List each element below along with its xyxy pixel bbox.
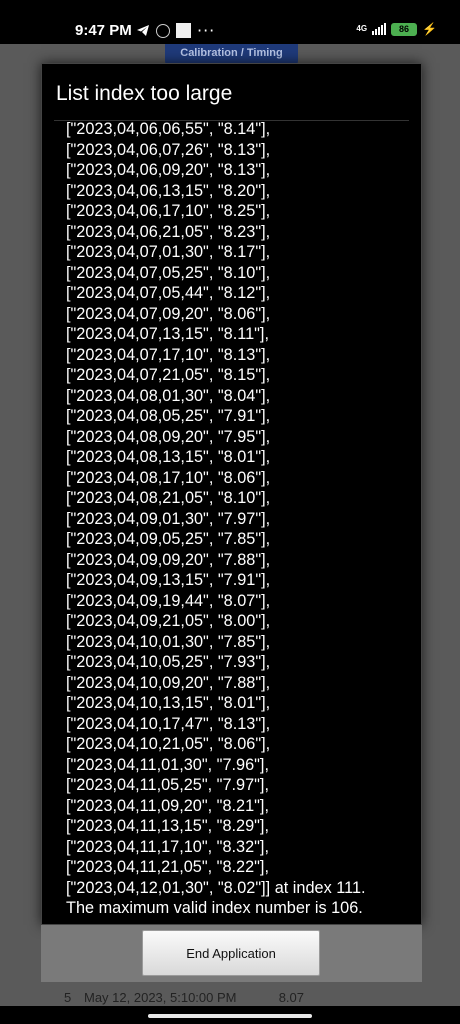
dialog-message-line: ["2023,04,07,01,30", "8.17"], — [66, 243, 271, 261]
background-row-index: 5 — [64, 990, 72, 1005]
home-indicator[interactable] — [148, 1014, 312, 1018]
dialog-message: ["2023,04,06,06,55", "8.14"], ["2023,04,0… — [66, 119, 406, 919]
navigation-bar — [0, 1006, 460, 1024]
dialog-message-line: ["2023,04,09,05,25", "7.85"], — [66, 530, 271, 548]
dialog-message-line: ["2023,04,11,01,30", "7.96"], — [66, 755, 269, 774]
dialog-message-line: ["2023,04,10,05,25", "7.93"], — [66, 653, 271, 671]
dialog-message-line: ["2023,04,06,07,26", "8.13"], — [66, 140, 271, 159]
dialog-message-line: ["2023,04,06,13,15", "8.20"], — [66, 181, 271, 200]
dialog-button-bar: End Application — [41, 925, 422, 982]
dialog-message-line: ["2023,04,08,17,10", "8.06"], — [66, 468, 271, 487]
dialog-message-line: ["2023,04,09,13,15", "7.91"], — [66, 571, 271, 589]
status-icons-right: 4G 86 ⚡ — [356, 22, 437, 36]
dialog-message-line: ["2023,04,09,01,30", "7.97"], — [66, 509, 271, 528]
signal-icon — [372, 23, 387, 35]
dialog-message-line: ["2023,04,07,21,05", "8.15"], — [66, 366, 271, 384]
notification-badge-icon — [156, 23, 170, 38]
dialog-message-line: ["2023,04,08,09,20", "7.95"], — [66, 427, 271, 446]
background-list-row: 5 May 12, 2023, 5:10:00 PM 8.07 — [64, 990, 304, 1005]
dialog-message-line: ["2023,04,06,17,10", "8.25"], — [66, 202, 271, 220]
dialog-message-line: ["2023,04,08,01,30", "8.04"], — [66, 386, 271, 405]
network-type-label: 4G — [356, 24, 368, 33]
dialog-message-line: ["2023,04,06,09,20", "8.13"], — [66, 161, 271, 179]
dialog-message-line: ["2023,04,06,21,05", "8.23"], — [66, 222, 271, 241]
status-time: 9:47 PM — [75, 22, 132, 39]
dialog-message-line: ["2023,04,10,09,20", "7.88"], — [66, 673, 271, 692]
more-dots-icon: ··· — [197, 20, 216, 40]
background-row-value: 8.07 — [278, 990, 304, 1005]
dialog-message-line: ["2023,04,08,05,25", "7.91"], — [66, 407, 271, 425]
telegram-icon — [136, 24, 150, 37]
background-row-date: May 12, 2023, 5:10:00 PM — [84, 990, 237, 1005]
dialog-message-line: ["2023,04,09,19,44", "8.07"], — [66, 591, 271, 610]
white-square-icon — [176, 23, 191, 38]
dialog-message-line: ["2023,04,12,01,30", "8.02"]] at index 1… — [66, 878, 366, 897]
dialog-message-line: ["2023,04,10,01,30", "7.85"], — [66, 632, 271, 651]
error-dialog: List index too large ["2023,04,06,06,55"… — [41, 63, 422, 925]
dialog-message-line: ["2023,04,11,13,15", "8.29"], — [66, 817, 269, 835]
dialog-message-line: ["2023,04,08,13,15", "8.01"], — [66, 448, 271, 466]
charging-icon: ⚡ — [422, 22, 437, 36]
battery-level: 86 — [399, 23, 410, 34]
dialog-message-line: ["2023,04,10,17,47", "8.13"], — [66, 714, 271, 733]
dialog-message-line: ["2023,04,06,06,55", "8.14"], — [66, 120, 271, 138]
status-bar: 9:47 PM ··· 4G 86 ⚡ — [0, 0, 460, 44]
dialog-message-line: ["2023,04,07,09,20", "8.06"], — [66, 304, 271, 323]
dialog-message-line: ["2023,04,07,05,44", "8.12"], — [66, 284, 271, 302]
dialog-message-line: ["2023,04,11,09,20", "8.21"], — [66, 796, 269, 815]
dialog-message-line: The maximum valid index number is 106. — [66, 899, 363, 917]
dialog-message-line: ["2023,04,09,21,05", "8.00"], — [66, 612, 271, 630]
dialog-message-line: ["2023,04,11,05,25", "7.97"], — [66, 776, 269, 794]
dialog-message-line: ["2023,04,08,21,05", "8.10"], — [66, 489, 271, 507]
dialog-message-line: ["2023,04,11,17,10", "8.32"], — [66, 837, 269, 856]
dialog-message-line: ["2023,04,10,13,15", "8.01"], — [66, 694, 271, 712]
dialog-message-line: ["2023,04,07,13,15", "8.11"], — [66, 325, 269, 343]
dialog-message-line: ["2023,04,11,21,05", "8.22"], — [66, 858, 269, 876]
end-application-button[interactable]: End Application — [142, 930, 320, 976]
battery-icon: 86 — [391, 22, 418, 36]
dialog-message-line: ["2023,04,10,21,05", "8.06"], — [66, 735, 271, 753]
dialog-message-line: ["2023,04,07,05,25", "8.10"], — [66, 263, 271, 282]
dialog-title: List index too large — [56, 82, 233, 105]
dialog-message-line: ["2023,04,09,09,20", "7.88"], — [66, 550, 271, 569]
dialog-message-line: ["2023,04,07,17,10", "8.13"], — [66, 345, 271, 364]
status-icons-left: ··· — [136, 20, 216, 40]
